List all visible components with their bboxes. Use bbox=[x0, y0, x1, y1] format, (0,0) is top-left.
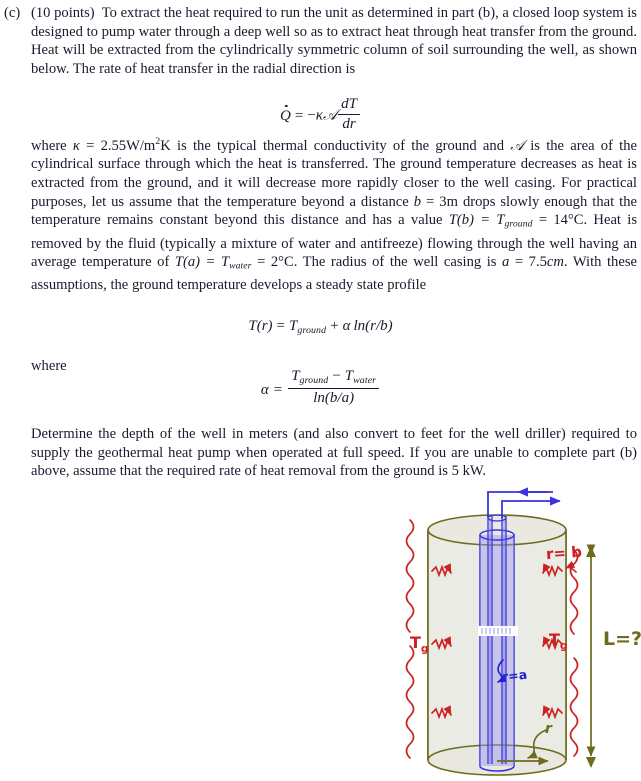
heat-squiggle-left-group bbox=[405, 519, 415, 759]
heat-squiggle-right-group bbox=[569, 549, 579, 757]
equation-2-plus: + bbox=[330, 318, 339, 334]
heat-squiggle-left-upper bbox=[405, 519, 415, 633]
equation-2-ln: ln(r/b) bbox=[353, 318, 393, 334]
equation-2-equals: = bbox=[276, 318, 285, 334]
p2-b-symbol: b bbox=[413, 193, 422, 210]
depth-arrow-bottom bbox=[586, 757, 596, 768]
p2-b: = 2.55W/m bbox=[79, 137, 156, 154]
equation-1-equals: = bbox=[294, 107, 304, 124]
equation-temperature-profile: T(r) = Tground + α ln(r/b) bbox=[0, 318, 641, 336]
p2-Ta: T(a) = T bbox=[174, 254, 230, 271]
problem-paragraph-1: (10 points) To extract the heat required… bbox=[31, 4, 637, 78]
geothermal-well-diagram: r= b r=a Tg Tg L=? r bbox=[398, 478, 641, 781]
problem-label: (c) bbox=[4, 5, 21, 21]
p2-a: where bbox=[31, 137, 73, 154]
p2-Ta-sub: water bbox=[229, 260, 252, 272]
equation-3-denominator: ln(b/a) bbox=[313, 389, 355, 406]
equation-3-alpha: α bbox=[260, 381, 269, 398]
heat-squiggle-right-upper bbox=[569, 549, 579, 635]
heat-squiggle-right-lower bbox=[569, 657, 579, 757]
equation-1-den: dr bbox=[342, 115, 356, 132]
equation-heat-rate: Q = −κ𝒜 dT dr bbox=[0, 96, 641, 133]
p2-c: K is the typical thermal conductivity of… bbox=[160, 137, 511, 154]
equation-1-area: 𝒜 bbox=[322, 107, 338, 124]
equation-2-T-sub: ground bbox=[297, 324, 327, 336]
problem-block: (c) (10 points) To extract the heat requ… bbox=[4, 4, 637, 78]
equation-1-lhs: Q bbox=[279, 107, 291, 124]
equation-1-derivative: dT dr bbox=[338, 96, 361, 133]
equation-3-T2-sub: water bbox=[353, 374, 377, 386]
problem-paragraph-2-block: where κ = 2.55W/m2K is the typical therm… bbox=[31, 133, 637, 295]
depth-arrow-top bbox=[586, 546, 596, 557]
problem-paragraph-3-block: Determine the depth of the well in meter… bbox=[31, 425, 637, 481]
surface-piping bbox=[487, 487, 561, 518]
equation-3-numerator: Tground − Twater bbox=[288, 368, 380, 389]
equation-1-num: dT bbox=[338, 96, 361, 115]
p2-h: = 7.5 bbox=[509, 254, 547, 271]
problem-first-row: (c) (10 points) To extract the heat requ… bbox=[4, 4, 637, 78]
p2-script-a: 𝒜 bbox=[510, 137, 525, 154]
equation-3-T1-sub: ground bbox=[299, 374, 329, 386]
equation-1-sign: − bbox=[307, 107, 316, 124]
equation-3-fraction: Tground − Twater ln(b/a) bbox=[288, 368, 380, 407]
equation-3-T2: T bbox=[344, 368, 354, 384]
equation-2-lhs: T(r) bbox=[248, 318, 273, 334]
document-page: (c) (10 points) To extract the heat requ… bbox=[0, 0, 641, 781]
p2-kappa: κ bbox=[72, 137, 80, 154]
p2-cm: cm bbox=[546, 254, 564, 271]
pipe-return-line bbox=[487, 491, 553, 518]
well-casing bbox=[478, 514, 518, 772]
paragraph-1-text: To extract the heat required to run the … bbox=[31, 5, 637, 77]
equation-3-T1: T bbox=[291, 368, 300, 384]
p2-Tb-sub: ground bbox=[504, 218, 533, 230]
problem-paragraph-2: where κ = 2.55W/m2K is the typical therm… bbox=[31, 133, 637, 295]
equation-1-kappa: κ bbox=[315, 107, 323, 124]
p2-Tb: T(b) = T bbox=[448, 212, 505, 229]
equation-3-equals: = bbox=[273, 381, 283, 398]
points-prefix: (10 points) bbox=[31, 5, 95, 21]
heat-squiggle-left-lower bbox=[405, 645, 415, 759]
p2-g: = 2°C. The radius of the well casing is bbox=[251, 254, 503, 271]
well-diagram-svg bbox=[405, 487, 596, 776]
problem-paragraph-1-body: (10 points) To extract the heat required… bbox=[31, 4, 637, 78]
problem-paragraph-3: Determine the depth of the well in meter… bbox=[31, 426, 637, 480]
equation-alpha: α = Tground − Twater ln(b/a) bbox=[0, 368, 641, 407]
equation-3-minus: − bbox=[332, 368, 341, 384]
